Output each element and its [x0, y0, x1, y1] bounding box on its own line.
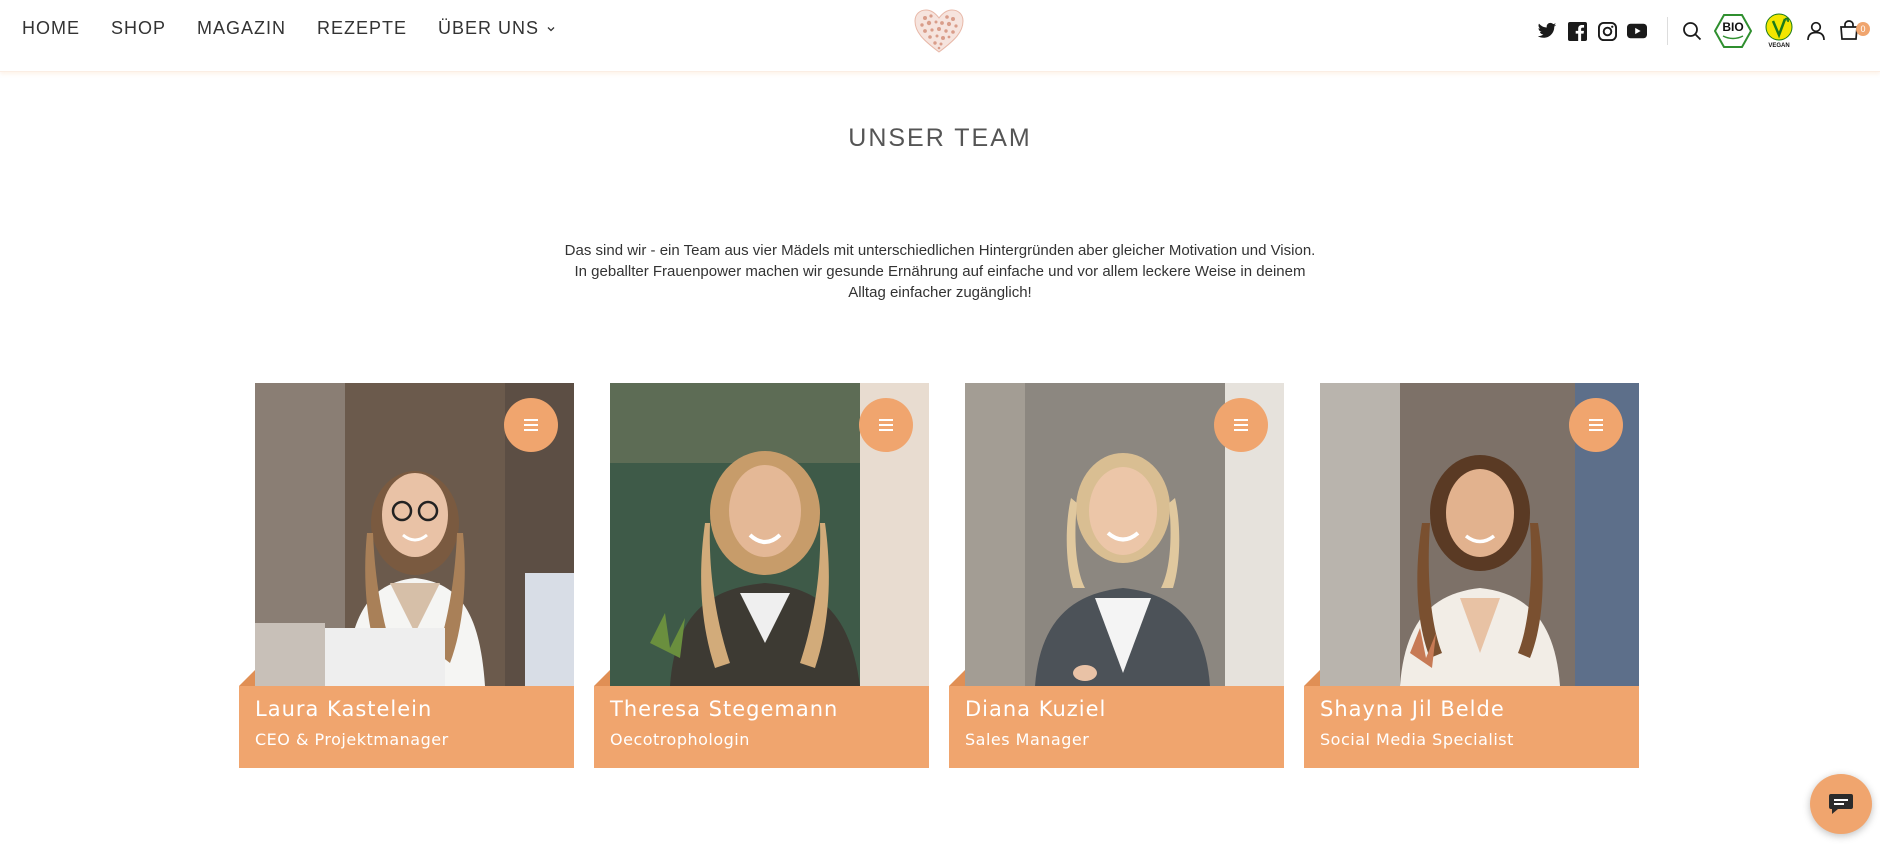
member-caption: Shayna Jil Belde Social Media Specialist [1304, 670, 1639, 768]
header-divider [1667, 17, 1668, 45]
member-name: Laura Kastelein [255, 697, 433, 721]
team-card: Laura Kastelein CEO & Projektmanager [239, 383, 574, 768]
cart-count-badge: 0 [1856, 22, 1870, 36]
menu-icon [1234, 419, 1248, 431]
team-intro-text: Das sind wir - ein Team aus vier Mädels … [564, 242, 1316, 301]
vegan-badge-icon: VEGAN [1765, 13, 1793, 49]
chevron-down-icon [547, 26, 555, 31]
site-header: HOME SHOP MAGAZIN REZEPTE ÜBER UNS BIO V… [0, 0, 1880, 72]
header-actions: BIO VEGAN 0 [1537, 12, 1870, 50]
caption-fold [594, 670, 610, 686]
facebook-icon[interactable] [1567, 21, 1587, 41]
nav-shop[interactable]: SHOP [111, 18, 166, 39]
search-icon[interactable] [1682, 21, 1702, 41]
team-card: Shayna Jil Belde Social Media Specialist [1304, 383, 1639, 768]
member-details-button[interactable] [504, 398, 558, 452]
member-name: Diana Kuziel [965, 697, 1107, 721]
member-details-button[interactable] [859, 398, 913, 452]
member-details-button[interactable] [1214, 398, 1268, 452]
heart-logo-icon[interactable] [913, 8, 965, 54]
youtube-icon[interactable] [1627, 21, 1647, 41]
menu-icon [524, 419, 538, 431]
member-name: Shayna Jil Belde [1320, 697, 1505, 721]
nav-magazin[interactable]: MAGAZIN [197, 18, 286, 39]
svg-text:BIO: BIO [1722, 20, 1743, 34]
nav-home[interactable]: HOME [22, 18, 80, 39]
nav-rezepte[interactable]: REZEPTE [317, 18, 407, 39]
instagram-icon[interactable] [1597, 21, 1617, 41]
team-card: Diana Kuziel Sales Manager [949, 383, 1284, 768]
twitter-icon[interactable] [1537, 21, 1557, 41]
caption-fold [1304, 670, 1320, 686]
main-nav: HOME SHOP MAGAZIN REZEPTE ÜBER UNS [22, 18, 557, 39]
chat-bubble-icon [1829, 794, 1853, 814]
svg-text:VEGAN: VEGAN [1768, 43, 1789, 49]
member-name: Theresa Stegemann [610, 697, 839, 721]
member-caption: Laura Kastelein CEO & Projektmanager [239, 670, 574, 768]
team-grid: Laura Kastelein CEO & Projektmanager The… [239, 383, 1639, 768]
caption-fold [949, 670, 965, 686]
member-role: CEO & Projektmanager [255, 730, 449, 749]
bio-badge-icon: BIO [1714, 14, 1752, 48]
menu-icon [879, 419, 893, 431]
account-icon[interactable] [1806, 21, 1826, 41]
cart-button[interactable]: 0 [1838, 19, 1870, 43]
member-role: Social Media Specialist [1320, 730, 1514, 749]
social-links [1537, 21, 1647, 41]
member-role: Oecotrophologin [610, 730, 750, 749]
chat-widget-button[interactable] [1810, 774, 1872, 834]
header-tools: BIO VEGAN 0 [1682, 13, 1870, 49]
menu-icon [1589, 419, 1603, 431]
member-details-button[interactable] [1569, 398, 1623, 452]
team-card: Theresa Stegemann Oecotrophologin [594, 383, 929, 768]
member-caption: Theresa Stegemann Oecotrophologin [594, 670, 929, 768]
member-role: Sales Manager [965, 730, 1090, 749]
caption-fold [239, 670, 255, 686]
member-caption: Diana Kuziel Sales Manager [949, 670, 1284, 768]
page-title: UNSER TEAM [848, 124, 1032, 152]
nav-ueber-uns[interactable]: ÜBER UNS [438, 18, 557, 39]
